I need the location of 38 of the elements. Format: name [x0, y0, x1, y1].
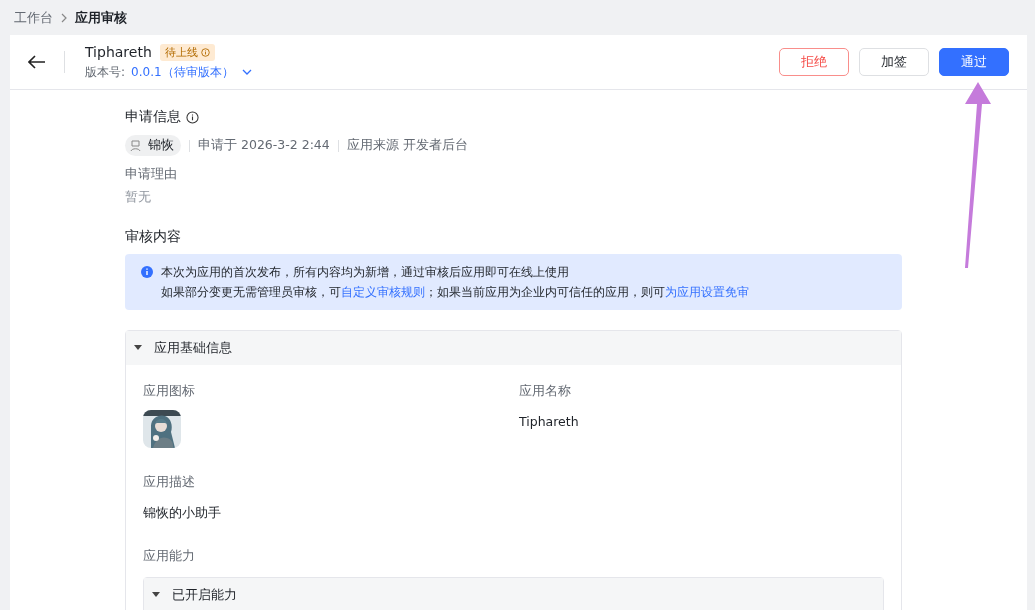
chevron-right-icon — [61, 12, 67, 23]
applicant-chip[interactable]: 锦恢 — [125, 135, 181, 156]
section-title: 审核内容 — [125, 228, 181, 246]
panel-header[interactable]: 已开启能力 — [144, 578, 883, 610]
field-label: 应用描述 — [143, 474, 196, 491]
user-avatar-icon — [129, 138, 143, 153]
field-label: 应用能力 — [143, 548, 196, 565]
info-icon — [141, 266, 153, 278]
action-button[interactable]: 加签 — [859, 48, 929, 76]
app-name: Tiphareth — [85, 44, 152, 60]
status-tag: 待上线 — [159, 43, 215, 61]
notice-link[interactable]: 为应用设置免审 — [665, 285, 749, 299]
notice-text: 本次为应用的首次发布，所有内容均为新增，通过审核后应用即可在线上使用 — [161, 264, 570, 281]
section-title: 申请信息 — [125, 108, 181, 126]
apply-source: 应用来源 开发者后台 — [346, 137, 468, 154]
field-label: 申请理由 — [125, 166, 178, 183]
notice-text: ；如果当前应用为企业内可信任的应用，则可 — [425, 285, 665, 299]
breadcrumb-item: 应用审核 — [75, 8, 127, 27]
notice-text: 如果部分变更无需管理员审核，可 — [161, 285, 341, 299]
chevron-down-icon — [241, 69, 252, 75]
version-dropdown[interactable]: 0.0.1（待审版本） — [131, 63, 252, 81]
field-value: 暂无 — [125, 189, 152, 206]
panel-title: 已开启能力 — [172, 586, 237, 604]
field-label: 应用名称 — [519, 383, 572, 400]
action-button[interactable]: 通过 — [939, 48, 1009, 76]
field-value: 锦恢的小助手 — [143, 505, 222, 522]
notice-link[interactable]: 自定义审核规则 — [341, 285, 425, 299]
field-value: Tiphareth — [519, 414, 580, 429]
breadcrumb-item[interactable]: 工作台 — [14, 8, 53, 27]
action-button[interactable]: 拒绝 — [779, 48, 849, 76]
panel-header[interactable]: 应用基础信息 — [126, 331, 901, 365]
apply-time: 申请于 2026-3-2 2:44 — [198, 137, 330, 154]
panel-title: 应用基础信息 — [154, 339, 232, 357]
version-label: 版本号: — [85, 63, 126, 81]
back-arrow-icon[interactable] — [28, 55, 46, 69]
field-label: 应用图标 — [143, 383, 196, 400]
info-icon — [200, 47, 210, 57]
info-icon — [186, 110, 199, 124]
